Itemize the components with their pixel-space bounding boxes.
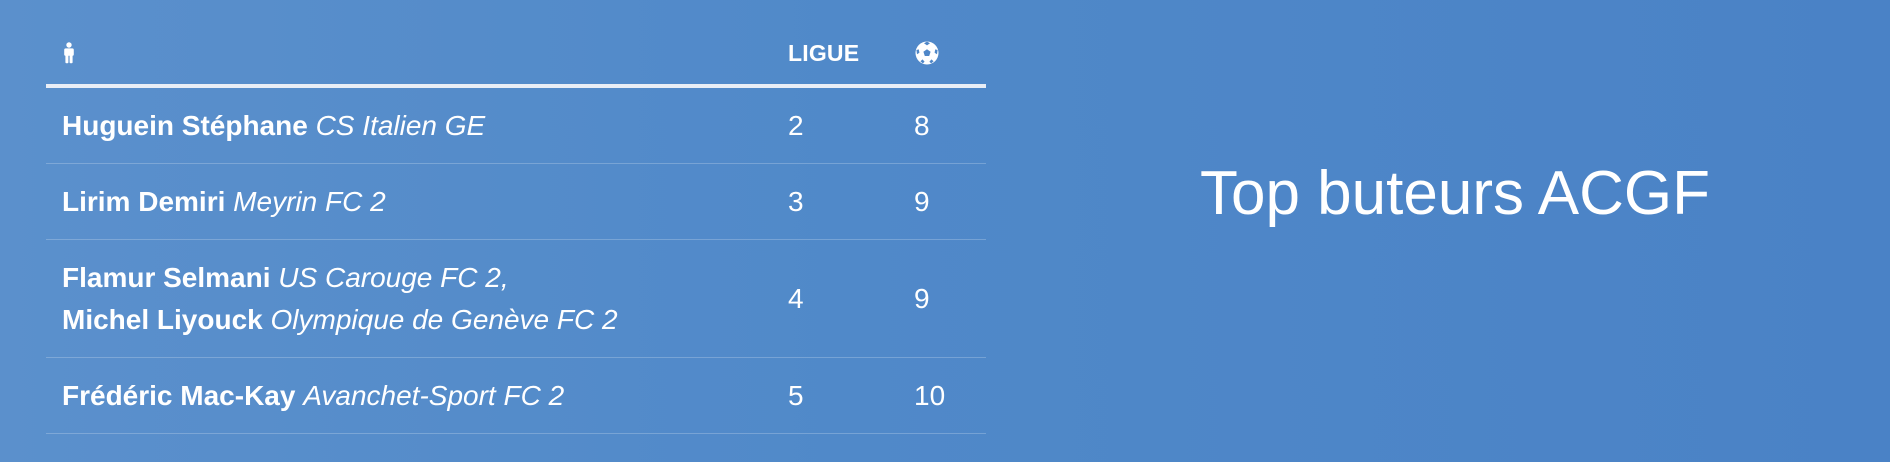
player-club: US Carouge FC 2, bbox=[278, 261, 509, 293]
league-column-header: LIGUE bbox=[788, 39, 860, 66]
player-club: Olympique de Genève FC 2 bbox=[270, 303, 618, 335]
player-column-header bbox=[62, 22, 76, 84]
league-cell: 5 bbox=[788, 379, 804, 411]
player-cell: Lirim Demiri Meyrin FC 2 bbox=[62, 164, 386, 239]
league-cell: 4 bbox=[788, 282, 804, 314]
player-name: Flamur Selmani bbox=[62, 261, 271, 293]
player-entry: Lirim Demiri Meyrin FC 2 bbox=[62, 181, 386, 223]
person-icon bbox=[62, 42, 76, 64]
league-cell: 2 bbox=[788, 109, 804, 141]
goals-cell: 9 bbox=[914, 185, 930, 217]
table-row: Lirim Demiri Meyrin FC 2 3 9 bbox=[46, 164, 986, 240]
player-entry: Flamur Selmani US Carouge FC 2, bbox=[62, 257, 618, 299]
top-scorers-table: LIGUE Huguein Stéphane CS Italien GE 2 8 bbox=[46, 22, 986, 434]
player-club: Avanchet-Sport FC 2 bbox=[303, 379, 565, 411]
table-header: LIGUE bbox=[46, 22, 986, 88]
page-title: Top buteurs ACGF bbox=[1199, 158, 1711, 228]
player-cell: Frédéric Mac-Kay Avanchet-Sport FC 2 bbox=[62, 358, 564, 433]
player-entry: Michel Liyouck Olympique de Genève FC 2 bbox=[62, 299, 618, 341]
table-row: Frédéric Mac-Kay Avanchet-Sport FC 2 5 1… bbox=[46, 358, 986, 434]
soccer-ball-icon bbox=[914, 40, 940, 66]
player-name: Lirim Demiri bbox=[62, 185, 226, 217]
player-club: CS Italien GE bbox=[315, 109, 486, 141]
player-entry: Huguein Stéphane CS Italien GE bbox=[62, 105, 485, 147]
player-name: Frédéric Mac-Kay bbox=[62, 379, 296, 411]
player-name: Michel Liyouck bbox=[62, 303, 263, 335]
goals-cell: 8 bbox=[914, 109, 930, 141]
player-entry: Frédéric Mac-Kay Avanchet-Sport FC 2 bbox=[62, 375, 564, 417]
goals-cell: 9 bbox=[914, 282, 930, 314]
table-row: Flamur Selmani US Carouge FC 2, Michel L… bbox=[46, 240, 986, 358]
goals-column-header bbox=[914, 22, 940, 84]
player-cell: Huguein Stéphane CS Italien GE bbox=[62, 88, 485, 163]
player-cell: Flamur Selmani US Carouge FC 2, Michel L… bbox=[62, 240, 618, 357]
league-cell: 3 bbox=[788, 185, 804, 217]
table-row: Huguein Stéphane CS Italien GE 2 8 bbox=[46, 88, 986, 164]
goals-cell: 10 bbox=[914, 379, 946, 411]
player-club: Meyrin FC 2 bbox=[233, 185, 386, 217]
player-name: Huguein Stéphane bbox=[62, 109, 308, 141]
